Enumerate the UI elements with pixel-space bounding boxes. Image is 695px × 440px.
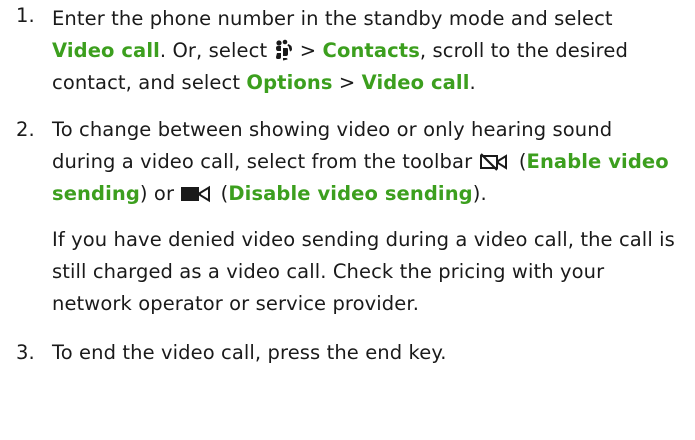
step-note: If you have denied video sending during … [52, 228, 675, 315]
step-text-segment: Enter the phone number in the standby mo… [52, 7, 613, 30]
step-text-segment: ( [512, 150, 527, 173]
step-text: To change between showing video or only … [52, 114, 681, 210]
step-3: 3. To end the video call, press the end … [0, 337, 695, 369]
menu-option-video-call: Video call [52, 39, 160, 62]
step-text: To end the video call, press the end key… [52, 341, 447, 364]
menu-option-options: Options [246, 71, 333, 94]
instruction-document: 1. Enter the phone number in the standby… [0, 0, 695, 369]
enable-video-sending-icon [479, 152, 513, 172]
menu-option-video-call: Video call [361, 71, 470, 94]
step-text-segment: . Or, select [159, 39, 274, 62]
step-text-segment: ). [472, 182, 487, 205]
step-text-segment: > [293, 39, 323, 62]
step-number: 3. [16, 341, 35, 364]
step-1: 1. Enter the phone number in the standby… [0, 0, 695, 99]
step-2: 2. To change between showing video or on… [0, 114, 695, 320]
step-text-segment: > [332, 71, 362, 94]
menu-option-contacts: Contacts [322, 39, 420, 62]
step-text-segment: ) or [139, 182, 181, 205]
step-text-segment: . [469, 71, 476, 94]
menu-key-icon [274, 39, 294, 61]
step-text-segment: ( [214, 182, 229, 205]
step-number: 1. [16, 4, 35, 27]
step-text: Enter the phone number in the standby mo… [52, 3, 681, 99]
disable-video-sending-icon [180, 184, 214, 204]
toolbar-option-disable-video-sending: Disable video sending [228, 182, 473, 205]
step-number: 2. [16, 118, 35, 141]
